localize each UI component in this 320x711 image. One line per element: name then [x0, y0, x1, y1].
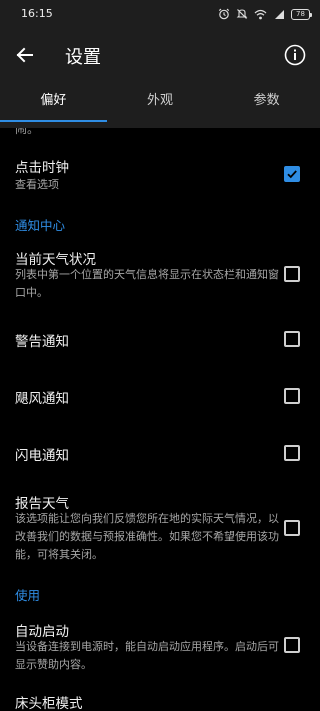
info-icon — [284, 44, 306, 66]
settings-list[interactable]: 闹。 点击时钟 查看选项 通知中心 当前天气状况 列表中第一个位置的天气信息将显… — [0, 128, 320, 711]
setting-alert-notification[interactable]: 警告通知 — [0, 323, 320, 355]
setting-description: 列表中第一个位置的天气信息将显示在状态栏和通知窗口中。 — [15, 268, 279, 299]
clock-tap-checkbox[interactable] — [284, 166, 300, 182]
tab-parameters[interactable]: 参数 — [213, 82, 320, 128]
status-bar: 16:15 78 — [0, 0, 320, 28]
setting-title: 床头柜模式 — [15, 696, 83, 711]
wifi-icon — [254, 9, 267, 19]
back-button[interactable] — [12, 42, 38, 68]
tab-preferences[interactable]: 偏好 — [0, 82, 107, 128]
lightning-notification-checkbox[interactable] — [284, 445, 300, 461]
info-button[interactable] — [282, 42, 308, 68]
status-icons: 78 — [218, 6, 312, 22]
alarm-icon — [218, 8, 230, 20]
setting-title: 飓风通知 — [15, 391, 69, 407]
setting-lightning-notification[interactable]: 闪电通知 — [0, 437, 320, 469]
page-title: 设置 — [65, 47, 101, 68]
status-time: 16:15 — [21, 7, 53, 20]
setting-description: 当设备连接到电源时，能自动启动应用程序。启动后可显示赞助内容。 — [15, 640, 279, 671]
setting-auto-start[interactable]: 自动启动 当设备连接到电源时，能自动启动应用程序。启动后可显示赞助内容。 — [0, 616, 320, 676]
current-weather-checkbox[interactable] — [284, 266, 300, 282]
setting-title: 报告天气 — [15, 496, 69, 512]
back-arrow-icon — [16, 47, 33, 63]
alert-notification-checkbox[interactable] — [284, 331, 300, 347]
mute-icon — [236, 9, 248, 19]
setting-title: 当前天气状况 — [15, 252, 96, 268]
setting-report-weather[interactable]: 报告天气 该选项能让您向我们反馈您所在地的实际天气情况，以改善我们的数据与预报准… — [0, 488, 320, 568]
setting-title: 闪电通知 — [15, 448, 69, 464]
section-header-usage: 使用 — [15, 588, 41, 603]
setting-typhoon-notification[interactable]: 飓风通知 — [0, 380, 320, 412]
setting-current-weather[interactable]: 当前天气状况 列表中第一个位置的天气信息将显示在状态栏和通知窗口中。 — [0, 244, 320, 304]
tab-appearance[interactable]: 外观 — [107, 82, 214, 128]
auto-start-checkbox[interactable] — [284, 637, 300, 653]
setting-bedside-mode[interactable]: 床头柜模式 — [0, 688, 320, 711]
setting-title: 自动启动 — [15, 624, 69, 640]
section-header-notifications: 通知中心 — [15, 218, 66, 233]
typhoon-notification-checkbox[interactable] — [284, 388, 300, 404]
report-weather-checkbox[interactable] — [284, 520, 300, 536]
battery-icon: 78 — [291, 8, 312, 20]
setting-title: 警告通知 — [15, 334, 69, 350]
cellular-signal-icon — [275, 9, 284, 19]
app-bar: 设置 — [0, 28, 320, 82]
setting-title: 点击时钟 — [15, 160, 69, 176]
checkmark-icon — [287, 170, 297, 179]
setting-description: 查看选项 — [15, 178, 59, 191]
tab-bar: 偏好 外观 参数 — [0, 82, 320, 128]
setting-description: 该选项能让您向我们反馈您所在地的实际天气情况，以改善我们的数据与预报准确性。如果… — [15, 512, 279, 561]
setting-clock-tap[interactable]: 点击时钟 查看选项 — [0, 150, 320, 200]
partial-description: 闹。 — [15, 128, 40, 136]
